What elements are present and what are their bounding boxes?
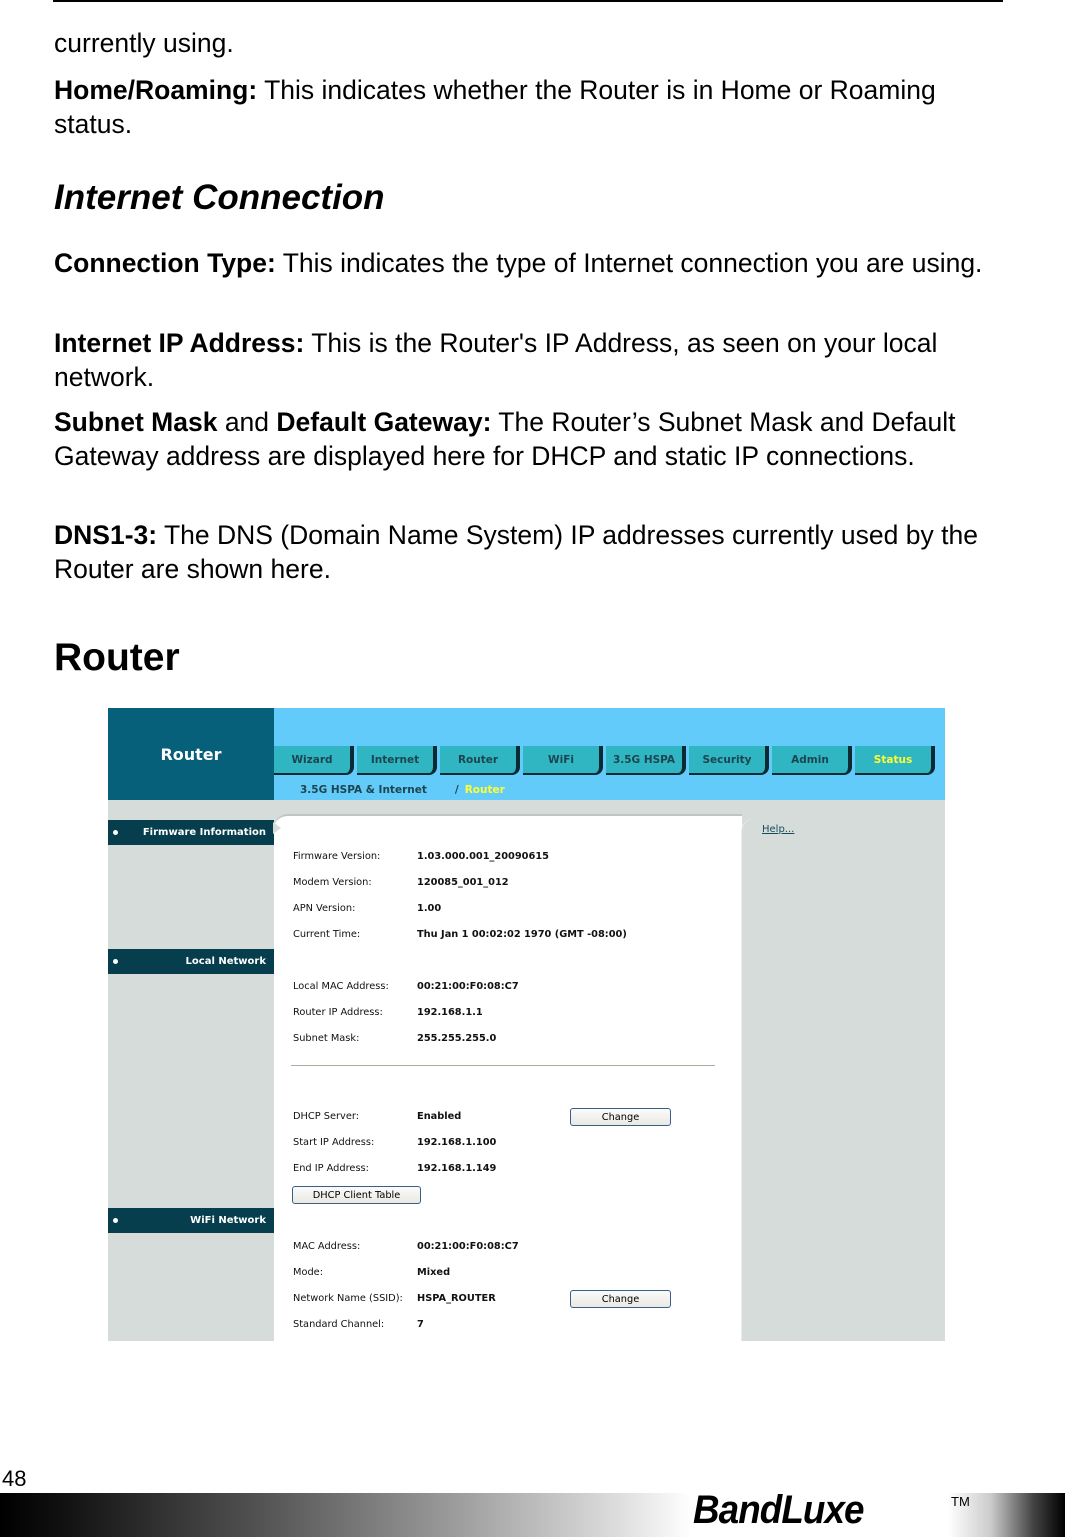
heading-internet-connection: Internet Connection	[54, 178, 385, 217]
row-value: HSPA_ROUTER	[417, 1293, 496, 1304]
tab-wifi[interactable]: WiFi	[523, 746, 603, 775]
page-number: 48	[2, 1466, 27, 1491]
breadcrumb-current: Router	[464, 784, 505, 796]
term: Home/Roaming:	[54, 75, 258, 105]
info-row: Standard Channel: 7	[293, 1319, 424, 1330]
bullet-icon	[113, 959, 118, 964]
row-value: 255.255.255.0	[417, 1033, 497, 1044]
row-label: Start IP Address:	[293, 1137, 375, 1148]
row-label: End IP Address:	[293, 1163, 369, 1174]
section-label: Local Network	[185, 956, 266, 967]
row-label: Local MAC Address:	[293, 981, 389, 992]
breadcrumb-parent[interactable]: 3.5G HSPA & Internet	[300, 784, 427, 796]
main-tabs: Wizard Internet Router WiFi 3.5G HSPA Se…	[274, 746, 938, 777]
brand-logo: BandLuxe	[693, 1488, 864, 1532]
info-row: Firmware Version: 1.03.000.001_20090615	[293, 851, 549, 862]
paragraph-continued: currently using.	[54, 28, 234, 58]
term: Default Gateway:	[276, 407, 492, 437]
bullet-icon	[113, 1218, 118, 1223]
row-label: Network Name (SSID):	[293, 1293, 403, 1304]
row-label: Subnet Mask:	[293, 1033, 360, 1044]
info-row: Current Time: Thu Jan 1 00:02:02 1970 (GM…	[293, 929, 627, 940]
row-value: 1.00	[417, 903, 442, 914]
divider	[291, 1065, 715, 1066]
row-value: Enabled	[417, 1111, 462, 1122]
connector: and	[217, 407, 277, 437]
row-label: Firmware Version:	[293, 851, 381, 862]
info-row: DHCP Server: Enabled	[293, 1111, 461, 1122]
row-value: Mixed	[417, 1267, 451, 1278]
info-row: Mode: Mixed	[293, 1267, 450, 1278]
header-rule	[53, 0, 1003, 2]
term: Subnet Mask	[54, 407, 218, 437]
row-value: 192.168.1.149	[417, 1163, 497, 1174]
paragraph-internet-ip: Internet IP Address: This is the Router'…	[54, 326, 1004, 394]
row-value: Thu Jan 1 00:02:02 1970 (GMT -08:00)	[417, 929, 627, 940]
tab-status[interactable]: Status	[855, 746, 935, 775]
row-label: Standard Channel:	[293, 1319, 385, 1330]
heading-router: Router	[54, 636, 180, 679]
breadcrumb-separator: /	[454, 784, 459, 796]
info-row: Modem Version: 120085_001_012	[293, 877, 509, 888]
info-row: End IP Address: 192.168.1.149	[293, 1163, 496, 1174]
breadcrumb: 3.5G HSPA & Internet / Router	[300, 784, 505, 796]
info-row: Start IP Address: 192.168.1.100	[293, 1137, 496, 1148]
section-firmware-information: Firmware Information	[108, 820, 274, 845]
help-panel: Help...	[742, 818, 945, 1341]
info-row: Local MAC Address: 00:21:00:F0:08:C7	[293, 981, 519, 992]
tab-security[interactable]: Security	[689, 746, 769, 775]
info-row: MAC Address: 00:21:00:F0:08:C7	[293, 1241, 519, 1252]
router-status-screenshot: Router Wizard Internet Router WiFi 3.5G …	[108, 708, 945, 1341]
term: DNS1-3:	[54, 520, 158, 550]
paragraph-home-roaming: Home/Roaming: This indicates whether the…	[54, 73, 954, 141]
info-row: Router IP Address: 192.168.1.1	[293, 1007, 483, 1018]
term: Internet IP Address:	[54, 328, 305, 358]
bullet-icon	[113, 830, 118, 835]
tab-wizard[interactable]: Wizard	[274, 746, 354, 775]
section-local-network: Local Network	[108, 949, 274, 974]
tab-hspa[interactable]: 3.5G HSPA	[606, 746, 686, 775]
info-row: Network Name (SSID): HSPA_ROUTER	[293, 1293, 496, 1304]
left-sidebar	[108, 800, 274, 1341]
row-label: Router IP Address:	[293, 1007, 383, 1018]
tab-internet[interactable]: Internet	[357, 746, 437, 775]
paragraph-subnet-gateway: Subnet Mask and Default Gateway: The Rou…	[54, 405, 1004, 473]
row-value: 00:21:00:F0:08:C7	[417, 981, 519, 992]
dhcp-client-table-button[interactable]: DHCP Client Table	[292, 1186, 421, 1204]
info-row: Subnet Mask: 255.255.255.0	[293, 1033, 496, 1044]
row-label: APN Version:	[293, 903, 356, 914]
row-value: 192.168.1.1	[417, 1007, 483, 1018]
dhcp-change-button[interactable]: Change	[570, 1108, 671, 1126]
row-label: Modem Version:	[293, 877, 372, 888]
row-label: DHCP Server:	[293, 1111, 360, 1122]
row-value: 192.168.1.100	[417, 1137, 497, 1148]
status-content-panel	[273, 814, 742, 1341]
row-value: 120085_001_012	[417, 877, 509, 888]
row-label: MAC Address:	[293, 1241, 361, 1252]
row-value: 00:21:00:F0:08:C7	[417, 1241, 519, 1252]
description: The DNS (Domain Name System) IP addresse…	[54, 520, 978, 584]
paragraph-connection-type: Connection Type: This indicates the type…	[54, 246, 1004, 280]
row-label: Mode:	[293, 1267, 323, 1278]
row-value: 1.03.000.001_20090615	[417, 851, 549, 862]
wifi-change-button[interactable]: Change	[570, 1290, 671, 1308]
section-label: Firmware Information	[142, 827, 266, 838]
trademark-mark: TM	[951, 1494, 970, 1509]
term: Connection Type:	[54, 248, 276, 278]
section-label: WiFi Network	[190, 1215, 266, 1226]
description: This indicates the type of Internet conn…	[275, 248, 983, 278]
app-title: Router	[108, 708, 274, 800]
info-row: APN Version: 1.00	[293, 903, 441, 914]
row-label: Current Time:	[293, 929, 361, 940]
tab-admin[interactable]: Admin	[772, 746, 852, 775]
footer-gradient-bar	[0, 1493, 1065, 1537]
tab-router[interactable]: Router	[440, 746, 520, 775]
row-value: 7	[417, 1319, 424, 1330]
help-link[interactable]: Help...	[762, 824, 794, 835]
paragraph-dns: DNS1-3: The DNS (Domain Name System) IP …	[54, 518, 1004, 586]
section-wifi-network: WiFi Network	[108, 1208, 274, 1233]
